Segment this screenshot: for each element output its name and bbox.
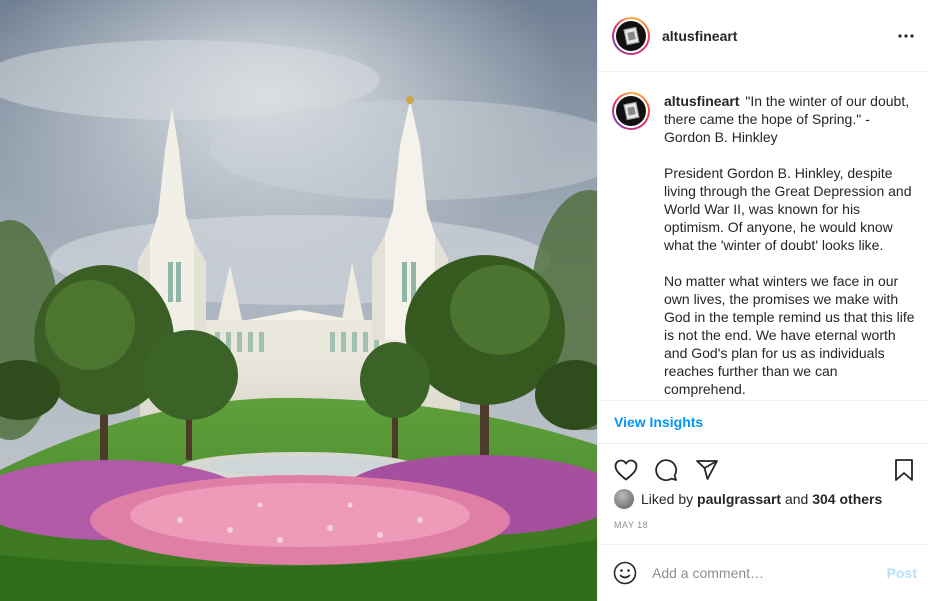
header-username[interactable]: altusfineart	[662, 28, 737, 44]
comment-input[interactable]	[652, 565, 872, 581]
likes-summary: Liked by paulgrassart and 304 others	[614, 489, 882, 509]
avatar[interactable]	[612, 16, 650, 55]
likes-prefix: Liked by	[641, 491, 694, 507]
more-options-icon[interactable]	[896, 26, 916, 46]
share-icon[interactable]	[693, 456, 721, 484]
caption-section: altusfineart "In the winter of our doubt…	[598, 72, 928, 401]
caption-paragraph-2: President Gordon B. Hinkley, despite liv…	[664, 165, 912, 253]
altus-logo-icon	[622, 101, 640, 121]
view-insights-link[interactable]: View Insights	[614, 414, 703, 430]
liker-username[interactable]: paulgrassart	[697, 491, 781, 507]
comment-bar: Post	[598, 544, 928, 601]
smiley-icon[interactable]	[612, 560, 638, 586]
caption-paragraph-3: No matter what winters we face in our ow…	[664, 273, 915, 397]
altus-logo-icon	[622, 26, 640, 45]
post-sidebar: altusfineart altusfineart "In the winter…	[597, 0, 928, 601]
bookmark-icon[interactable]	[890, 456, 918, 484]
post-image[interactable]	[0, 0, 597, 601]
likes-connector: and	[784, 491, 809, 507]
caption-avatar[interactable]	[612, 92, 650, 130]
heart-icon[interactable]	[612, 456, 640, 484]
comment-icon[interactable]	[652, 456, 680, 484]
post-photo	[0, 0, 597, 601]
post-comment-button[interactable]: Post	[887, 565, 917, 581]
caption-username[interactable]: altusfineart	[664, 93, 739, 109]
likes-others-link[interactable]: 304 others	[812, 491, 882, 507]
post-date[interactable]: MAY 18	[614, 520, 648, 530]
caption-text: altusfineart "In the winter of our doubt…	[664, 92, 920, 400]
post-header: altusfineart	[598, 0, 928, 72]
insights-row: View Insights	[598, 401, 928, 444]
liker-avatar[interactable]	[614, 489, 634, 509]
